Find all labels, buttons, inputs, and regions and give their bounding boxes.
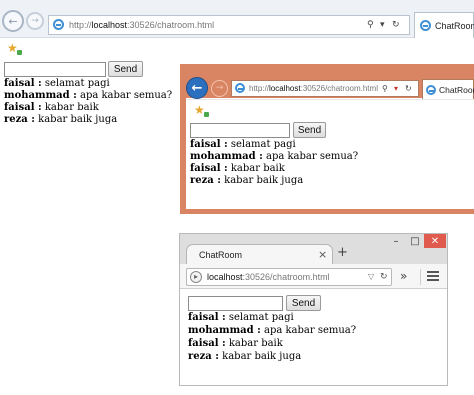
- maximize-button[interactable]: □: [406, 234, 424, 248]
- send-button[interactable]: Send: [286, 295, 321, 311]
- forward-button[interactable]: →: [26, 12, 44, 30]
- ie-tab-icon: [420, 20, 431, 31]
- chat-message-input[interactable]: [4, 62, 106, 77]
- search-icon[interactable]: ⚲: [367, 16, 374, 34]
- chat-message: faisal : selamat pagi: [190, 139, 296, 150]
- tab-title: ChatRoom: [439, 85, 474, 95]
- close-window-button[interactable]: ✕: [424, 234, 446, 248]
- chat-message: faisal : selamat pagi: [188, 312, 294, 323]
- address-bar[interactable]: http://localhost:30526/chatroom.html ⚲ ▾…: [48, 15, 410, 35]
- back-arrow-icon: ←: [191, 80, 203, 96]
- send-button[interactable]: Send: [293, 122, 326, 138]
- add-favorites-icon[interactable]: ★: [7, 41, 22, 55]
- chat-message: mohammad : apa kabar semua?: [190, 151, 359, 162]
- dropdown-icon[interactable]: ▾: [380, 16, 385, 34]
- chat-message-input[interactable]: [188, 296, 283, 311]
- address-bar[interactable]: http://localhost:30526/chatroom.html ⚲ ▾…: [231, 80, 419, 97]
- tab-chatroom[interactable]: ChatRoom: [422, 79, 474, 100]
- forward-arrow-icon: →: [31, 15, 39, 26]
- dropdown-icon[interactable]: ▽: [368, 269, 374, 285]
- favorites-bar: ★: [186, 99, 474, 119]
- chat-message: mohammad : apa kabar semua?: [4, 90, 173, 101]
- chat-message: faisal : kabar baik: [188, 338, 283, 349]
- chat-message-input[interactable]: [190, 123, 290, 138]
- refresh-icon[interactable]: ↻: [405, 81, 412, 96]
- chat-message: reza : kabar baik juga: [4, 114, 118, 125]
- send-button[interactable]: Send: [108, 61, 143, 77]
- tab-chatroom[interactable]: ChatRoom: [414, 12, 474, 38]
- tab-title: ChatRoom: [199, 250, 243, 260]
- chat-message: faisal : kabar baik: [190, 163, 285, 174]
- ie-page-icon: [53, 19, 64, 30]
- ie-tab-icon: [426, 85, 436, 95]
- address-url: http://localhost:30526/chatroom.html: [69, 20, 215, 30]
- tab-chatroom[interactable]: ChatRoom ×: [186, 244, 333, 265]
- chat-message: reza : kabar baik juga: [188, 351, 302, 362]
- ie-page-icon: [235, 83, 245, 93]
- toolbar-divider: [420, 269, 421, 285]
- url-text: localhost:30526/chatroom.html: [207, 272, 330, 282]
- back-button[interactable]: ←: [186, 77, 208, 99]
- search-icon[interactable]: ⚲: [382, 81, 388, 96]
- url-bar[interactable]: ▸ localhost:30526/chatroom.html ▽ ↻: [186, 268, 392, 286]
- tab-title: ChatRoom: [435, 21, 474, 31]
- close-tab-icon[interactable]: ×: [318, 248, 327, 261]
- chat-message: mohammad : apa kabar semua?: [188, 325, 357, 336]
- overflow-menu-icon[interactable]: »: [400, 268, 407, 284]
- dropdown-icon[interactable]: ▾: [394, 81, 398, 96]
- hamburger-menu-icon[interactable]: [427, 271, 439, 281]
- reload-icon[interactable]: ↻: [380, 269, 388, 285]
- new-tab-button[interactable]: +: [337, 246, 348, 260]
- chat-message: faisal : kabar baik: [4, 102, 99, 113]
- minimize-button[interactable]: –: [386, 234, 406, 248]
- back-button[interactable]: ←: [2, 10, 24, 32]
- chat-message: reza : kabar baik juga: [190, 175, 304, 186]
- site-identity-icon[interactable]: ▸: [190, 271, 202, 283]
- forward-button[interactable]: →: [211, 80, 228, 97]
- chat-message: faisal : selamat pagi: [4, 78, 110, 89]
- favorites-bar: ★: [0, 38, 474, 58]
- forward-arrow-icon: →: [215, 83, 224, 93]
- refresh-icon[interactable]: ↻: [392, 16, 400, 34]
- address-url: http://localhost:30526/chatroom.html: [249, 84, 378, 93]
- back-arrow-icon: ←: [8, 14, 18, 28]
- add-favorites-icon[interactable]: ★: [194, 103, 209, 117]
